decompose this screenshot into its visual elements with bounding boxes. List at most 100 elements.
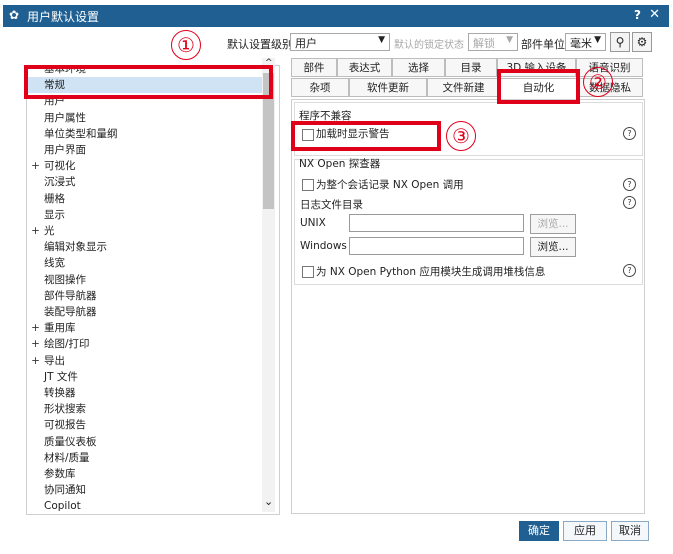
tree-item-label: 用户界面 [44,144,86,156]
tree-item[interactable]: 协同通知 [27,482,263,498]
ok-button[interactable]: 确定 [519,521,559,541]
tree-item[interactable]: + 光 [27,223,263,239]
tree-item-label: 显示 [44,208,65,221]
chevron-down-icon: ▼ [378,35,385,45]
windows-path-input[interactable] [349,237,524,255]
unix-path-input[interactable] [349,214,524,232]
tree-expander-icon[interactable]: + [31,320,40,336]
record-calls-checkbox[interactable] [302,179,314,191]
group-nxopen-title: NX Open 探查器 [299,158,381,170]
settings-tree: 基本环境 常规 用户 用户属性 单位类型和量纲 用户界面 + 可视化 沉浸式 栅格 显示 + 光编辑对象… [26,65,280,515]
tree-item-label: 转换器 [44,387,76,399]
tree-item[interactable]: 部件导航器 [27,288,263,304]
level-dropdown[interactable]: 用户 ▼ [290,33,390,51]
tree-item[interactable]: 视图操作 [27,272,263,288]
tree-item[interactable]: + 导出 [27,353,263,369]
tree-item-label: 可视报告 [44,419,86,432]
tree-item-label: 质量仪表板 [44,435,97,448]
apply-button[interactable]: 应用 [563,521,607,541]
tree-item[interactable]: 沉浸式 [27,174,263,190]
help-icon[interactable]: ? [623,264,636,277]
highlight-box-load-warning [291,121,441,151]
tree-item-label: 编辑对象显示 [44,241,107,254]
chevron-down-icon: ▼ [506,35,513,45]
tab[interactable]: 文件新建 [427,78,500,97]
lock-dropdown[interactable]: 解锁 ▼ [468,33,518,51]
tree-item-label: 栅格 [44,192,65,205]
window-title: 用户默认设置 [27,10,100,24]
close-button[interactable]: ✕ [649,7,660,22]
chevron-down-icon: ▼ [594,35,601,45]
stack-info-label: 为 NX Open Python 应用模块生成调用堆栈信息 [316,266,546,278]
title-bar: ✿ 用户默认设置 ? ✕ [3,5,669,27]
lock-value: 解锁 [473,37,495,50]
tab[interactable]: 表达式 [337,58,392,77]
tree-item[interactable]: 转换器 [27,385,263,401]
tree-item-label: 沉浸式 [44,176,76,189]
help-icon[interactable]: ? [623,127,636,140]
record-calls-label: 为整个会话记录 NX Open 调用 [316,179,464,191]
gear-icon[interactable]: ⚙ [632,32,652,52]
tree-expander-icon[interactable]: + [31,158,40,174]
tree-item[interactable]: 参数库 [27,466,263,482]
tree-expander-icon[interactable]: + [31,336,40,352]
highlight-box-general [24,65,273,99]
tab[interactable]: 选择 [392,58,445,77]
tree-item-label: 参数库 [44,468,76,480]
tree-item[interactable]: 可视报告 [27,417,263,433]
cancel-button[interactable]: 取消 [611,521,649,541]
windows-label: Windows [300,240,347,252]
windows-browse-button[interactable]: 浏览... [530,237,576,257]
tree-item[interactable]: 用户属性 [27,110,263,126]
annotation-1: ① [171,30,201,60]
tree-item[interactable]: 栅格 [27,191,263,207]
help-button[interactable]: ? [634,8,641,22]
automation-panel: 程序不兼容 加载时显示警告 ? NX Open 探查器 为整个会话记录 NX O… [291,99,645,514]
tree-item[interactable]: 编辑对象显示 [27,239,263,255]
log-dir-label: 日志文件目录 [300,199,363,211]
binoculars-icon[interactable]: ⚲ [610,32,630,52]
scroll-down-icon[interactable]: ⌄ [264,495,273,508]
tree-item[interactable]: 形状搜索 [27,401,263,417]
unit-value: 毫米 [570,37,592,50]
tab[interactable]: 部件 [291,58,337,77]
tree-expander-icon[interactable]: + [31,353,40,369]
tree-item-label: 视图操作 [44,273,86,286]
tree-item[interactable]: + 可视化 [27,158,263,174]
settings-gear-icon: ✿ [9,8,20,22]
help-icon[interactable]: ? [623,178,636,191]
unix-browse-button[interactable]: 浏览... [530,214,576,234]
tree-item-label: JT 文件 [44,370,78,383]
tree-item-label: 形状搜索 [44,403,86,416]
tree-expander-icon[interactable]: + [31,223,40,239]
tree-item[interactable]: 显示 [27,207,263,223]
tree-item[interactable]: 用户界面 [27,142,263,158]
tree-item[interactable]: 装配导航器 [27,304,263,320]
lock-label: 默认的锁定状态 [394,40,464,51]
tree-item-label: 用户属性 [44,111,86,124]
tree-item[interactable]: Copilot [27,498,263,514]
tree-item-label: 可视化 [44,160,76,173]
tree-item-label: 装配导航器 [44,306,97,318]
tree-item[interactable]: 质量仪表板 [27,434,263,450]
tree-item-label: 单位类型和量纲 [44,127,118,140]
tree-item[interactable]: + 重用库 [27,320,263,336]
tree-item[interactable]: + 绘图/打印 [27,336,263,352]
tree-item[interactable]: 材料/质量 [27,450,263,466]
tab[interactable]: 目录 [445,58,497,77]
help-icon[interactable]: ? [623,196,636,209]
stack-info-checkbox[interactable] [302,266,314,278]
tab[interactable]: 软件更新 [349,78,427,97]
tab[interactable]: 杂项 [291,78,349,97]
tree-item-label: 导出 [44,354,65,367]
tree-item[interactable]: 单位类型和量纲 [27,126,263,142]
tree-item-label: 绘图/打印 [44,338,90,351]
tree-item-label: 重用库 [44,322,76,335]
tree-item-label: 线宽 [44,257,65,270]
unix-label: UNIX [300,217,326,229]
tree-item[interactable]: JT 文件 [27,369,263,385]
unit-dropdown[interactable]: 毫米 ▼ [565,33,606,51]
tree-item-label: 部件导航器 [44,289,97,302]
tree-item[interactable]: 线宽 [27,255,263,271]
tree-item-label: 协同通知 [44,484,86,497]
